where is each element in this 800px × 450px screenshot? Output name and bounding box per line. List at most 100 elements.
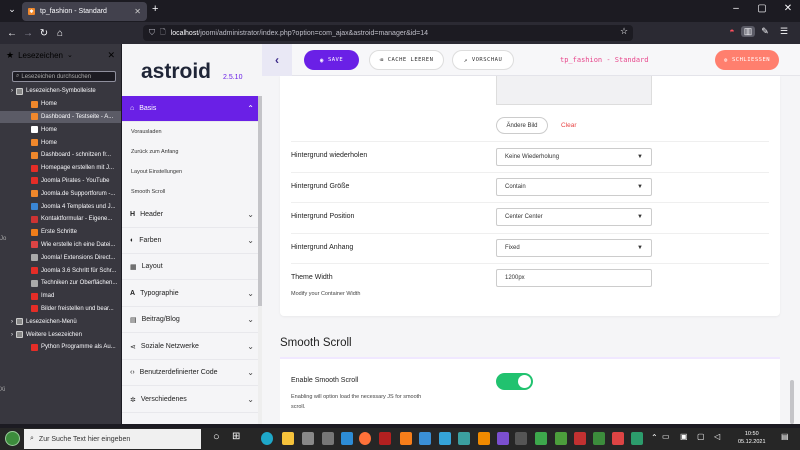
close-button[interactable]: ⊗ SCHLIESSEN bbox=[715, 50, 779, 70]
clear-image-link[interactable]: Clear bbox=[561, 122, 577, 129]
app-icon[interactable] bbox=[419, 432, 431, 445]
page-info-icon[interactable]: 🗋 bbox=[160, 28, 166, 39]
new-tab-button[interactable]: + bbox=[152, 3, 158, 15]
sidebar-scrollbar[interactable] bbox=[258, 96, 262, 424]
bookmark-item[interactable]: Techniken zur Oberflächen... bbox=[0, 277, 121, 290]
app-icon[interactable] bbox=[515, 432, 527, 445]
bg-attachment-select[interactable]: Fixed ▼ bbox=[496, 239, 652, 257]
forward-icon[interactable]: → bbox=[20, 28, 36, 39]
bookmark-item[interactable]: Joomla! Extensions Direct... bbox=[0, 251, 121, 264]
back-icon[interactable]: ← bbox=[4, 28, 20, 39]
volume-icon[interactable]: ◁ bbox=[714, 432, 720, 441]
app-icon[interactable] bbox=[631, 432, 643, 445]
bookmark-item[interactable]: Bilder freistellen und bear... bbox=[0, 303, 121, 316]
bookmark-item[interactable]: Python Programme als Au... bbox=[0, 341, 121, 354]
taskbar-search-input[interactable]: ⌕ Zur Suche Text hier eingeben bbox=[24, 429, 201, 449]
visual-studio-icon[interactable] bbox=[497, 432, 509, 445]
taskbar-clock[interactable]: 10:50 05.12.2021 bbox=[738, 430, 766, 446]
bg-repeat-select[interactable]: Keine Wiederholung ▼ bbox=[496, 148, 652, 166]
bookmark-item[interactable]: Erste Schritte bbox=[0, 226, 121, 239]
menu-header[interactable]: H Header ⌄ bbox=[122, 202, 262, 228]
submenu-back-to-top[interactable]: Zurück zum Anfang bbox=[131, 149, 178, 155]
theme-width-input[interactable]: 1200px bbox=[496, 269, 652, 287]
collapse-sidebar-button[interactable]: ‹ bbox=[262, 44, 292, 76]
menu-basis[interactable]: ⌂ Basis ⌃ bbox=[122, 96, 262, 122]
task-view-icon[interactable]: ○ bbox=[213, 431, 220, 443]
bookmark-item[interactable]: Wie erstelle ich eine Datei... bbox=[0, 239, 121, 252]
bookmark-item[interactable]: Joomla Pirates - YouTube bbox=[0, 175, 121, 188]
sidebar-toggle-icon[interactable]: ▥ bbox=[741, 26, 755, 37]
bg-position-select[interactable]: Center Center ▼ bbox=[496, 208, 652, 226]
reload-icon[interactable]: ↻ bbox=[36, 28, 52, 39]
menu-typografie[interactable]: A Typographie ⌄ bbox=[122, 281, 262, 307]
minimize-window-icon[interactable]: – bbox=[728, 3, 744, 14]
submenu-layout-settings[interactable]: Layout Einstellungen bbox=[131, 169, 182, 175]
maximize-window-icon[interactable]: ▢ bbox=[754, 3, 770, 14]
save-button[interactable]: ◉ SAVE bbox=[304, 50, 359, 70]
chevron-up-icon[interactable]: ⌃ bbox=[651, 433, 658, 442]
app-tray-icon[interactable]: ▢ bbox=[697, 432, 705, 441]
menu-verschiedenes[interactable]: ✲ Verschiedenes ⌄ bbox=[122, 387, 262, 413]
app-icon[interactable] bbox=[612, 432, 624, 445]
content-scrollbar-thumb[interactable] bbox=[790, 380, 794, 424]
bookmarks-title[interactable]: Lesezeichen bbox=[18, 51, 63, 60]
close-sidebar-icon[interactable]: ✕ bbox=[107, 50, 115, 61]
enable-smooth-scroll-toggle[interactable] bbox=[496, 373, 533, 390]
network-icon[interactable]: ▣ bbox=[680, 432, 688, 441]
bookmark-item[interactable]: Imad bbox=[0, 290, 121, 303]
bookmark-item[interactable]: Home bbox=[0, 123, 121, 136]
url-bar[interactable]: ⛉ 🗋 localhost/joomi/administrator/index.… bbox=[143, 25, 633, 41]
bookmark-item[interactable]: Home bbox=[0, 98, 121, 111]
menu-icon[interactable]: ☰ bbox=[777, 26, 791, 37]
photos-icon[interactable] bbox=[439, 432, 451, 445]
chevron-right-icon[interactable]: › bbox=[11, 332, 13, 338]
close-tab-icon[interactable]: ✕ bbox=[134, 7, 141, 16]
mail-icon[interactable] bbox=[322, 432, 334, 445]
bookmark-item[interactable]: Kontaktformular - Eigene... bbox=[0, 213, 121, 226]
app-icon[interactable] bbox=[535, 432, 547, 445]
file-explorer-icon[interactable] bbox=[282, 432, 294, 445]
app-icon[interactable] bbox=[593, 432, 605, 445]
chevron-down-icon[interactable]: ⌄ bbox=[67, 51, 73, 59]
menu-layout[interactable]: ▦ Layout bbox=[122, 254, 262, 280]
menu-farben[interactable]: ◐ Farben ⌄ bbox=[122, 228, 262, 254]
bookmark-item[interactable]: Joomla.de Supportforum -... bbox=[0, 187, 121, 200]
menu-social[interactable]: ⋖ Soziale Netzwerke ⌄ bbox=[122, 334, 262, 360]
edge-icon[interactable] bbox=[261, 432, 273, 445]
bookmark-item[interactable]: Dashboard - Testseite - A... bbox=[0, 110, 121, 124]
start-icon[interactable] bbox=[5, 431, 20, 446]
tab-list-icon[interactable]: ⌄ bbox=[4, 4, 20, 15]
app-icon[interactable] bbox=[458, 432, 470, 445]
chevron-right-icon[interactable]: › bbox=[11, 88, 13, 94]
vlc-icon[interactable] bbox=[478, 432, 490, 445]
firefox-icon[interactable] bbox=[359, 432, 371, 445]
filezilla-icon[interactable] bbox=[379, 432, 391, 445]
sidebar-scroll-thumb[interactable] bbox=[258, 96, 262, 306]
keyboard-icon[interactable]: ▭ bbox=[662, 432, 670, 441]
change-image-button[interactable]: Ändere Bild bbox=[496, 117, 548, 134]
submenu-smooth-scroll[interactable]: Smooth Scroll bbox=[131, 189, 165, 195]
app-icon[interactable] bbox=[555, 432, 567, 445]
vscode-icon[interactable] bbox=[341, 432, 353, 445]
preview-button[interactable]: ↗ VORSCHAU bbox=[452, 50, 514, 70]
bookmark-item[interactable]: › Lesezeichen-Symbolleiste bbox=[0, 85, 121, 98]
store-icon[interactable] bbox=[302, 432, 314, 445]
cache-clear-button[interactable]: ⌫ CACHE LEEREN bbox=[369, 50, 444, 70]
bg-size-select[interactable]: Contain ▼ bbox=[496, 178, 652, 196]
bookmark-item[interactable]: › Weitere Lesezeichen bbox=[0, 328, 121, 341]
close-window-icon[interactable]: ✕ bbox=[780, 3, 796, 14]
bookmark-item[interactable]: › Lesezeichen-Menü bbox=[0, 315, 121, 328]
submenu-vorausladen[interactable]: Vorausladen bbox=[131, 129, 162, 135]
chevron-right-icon[interactable]: › bbox=[11, 319, 13, 325]
bookmark-item[interactable]: Home bbox=[0, 136, 121, 149]
app-icon[interactable] bbox=[574, 432, 586, 445]
xampp-icon[interactable] bbox=[400, 432, 412, 445]
pocket-icon[interactable]: ◓ bbox=[725, 26, 739, 36]
widgets-icon[interactable]: ⊞ bbox=[232, 431, 240, 442]
shield-icon[interactable]: ⛉ bbox=[149, 28, 155, 38]
bookmark-item[interactable]: Dashboard - schnitzen fr... bbox=[0, 149, 121, 162]
home-icon[interactable]: ⌂ bbox=[52, 28, 68, 39]
bookmark-item[interactable]: Joomla 3.6 Schritt für Schr... bbox=[0, 264, 121, 277]
menu-beitrag[interactable]: ▤ Beitrag/Blog ⌄ bbox=[122, 307, 262, 333]
bookmarks-search-input[interactable]: ⌕ Lesezeichen durchsuchen bbox=[12, 71, 116, 82]
